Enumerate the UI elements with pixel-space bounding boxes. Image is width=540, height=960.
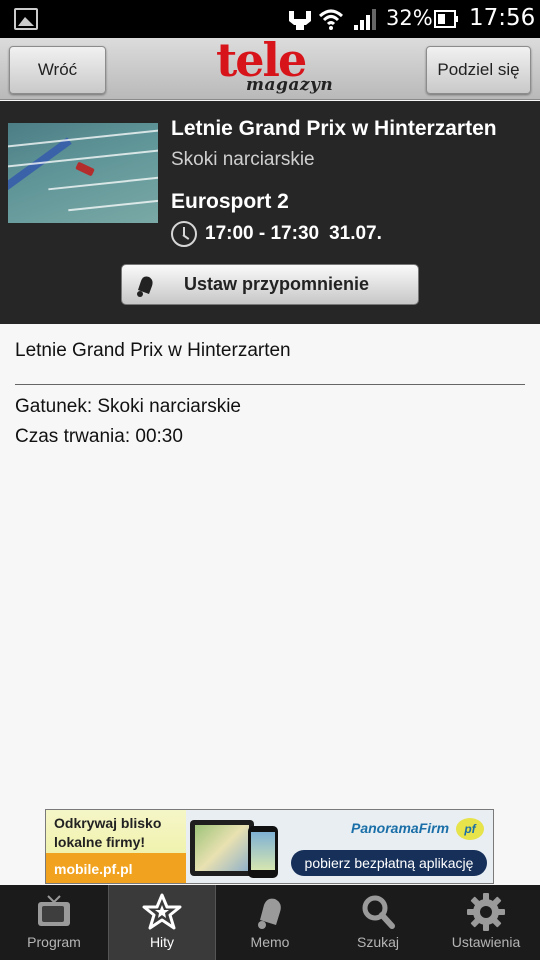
program-thumbnail xyxy=(8,123,158,223)
nav-label: Memo xyxy=(250,934,290,950)
signal-icon xyxy=(354,9,376,30)
clock-icon xyxy=(171,221,197,247)
ad-devices-image xyxy=(186,816,286,880)
program-genre: Skoki narciarskie xyxy=(171,149,315,170)
usb-icon xyxy=(289,11,311,30)
tv-icon xyxy=(38,895,70,926)
divider xyxy=(15,384,525,385)
battery-percent: 32% xyxy=(386,6,433,30)
gear-icon xyxy=(467,893,505,931)
ad-brand: PanoramaFirm xyxy=(351,820,450,836)
ad-headline: Odkrywaj blisko lokalne firmy! xyxy=(54,815,162,850)
wifi-icon xyxy=(318,9,344,30)
share-button[interactable]: Podziel się xyxy=(426,46,531,94)
nav-hity[interactable]: Hity xyxy=(108,885,216,960)
program-channel: Eurosport 2 xyxy=(171,190,289,213)
ad-brand-badge: pf xyxy=(456,818,484,840)
nav-label: Hity xyxy=(149,934,175,950)
program-time-range: 17:00 - 17:30 xyxy=(205,223,320,244)
nav-label: Program xyxy=(27,934,81,950)
clock-time: 17:56 xyxy=(469,5,536,31)
nav-ustawienia[interactable]: Ustawienia xyxy=(432,885,540,960)
nav-label: Ustawienia xyxy=(451,934,521,950)
program-date: 31.07. xyxy=(329,223,382,244)
battery-icon xyxy=(434,10,458,28)
set-reminder-label: Ustaw przypomnienie xyxy=(184,274,370,294)
detail-title: Letnie Grand Prix w Hinterzarten xyxy=(15,340,291,361)
logo-magazyn: magazyn xyxy=(246,75,334,95)
star-icon xyxy=(142,893,182,930)
nav-szukaj[interactable]: Szukaj xyxy=(324,885,432,960)
detail-genre: Gatunek: Skoki narciarskie xyxy=(15,396,241,417)
ad-banner[interactable]: Odkrywaj blisko lokalne firmy! mobile.pf… xyxy=(45,809,494,884)
gallery-icon xyxy=(14,8,38,30)
telemagazyn-logo: tele magazyn xyxy=(216,33,333,99)
program-title: Letnie Grand Prix w Hinterzarten xyxy=(171,117,497,140)
app-header: Wróć tele magazyn Podziel się xyxy=(0,33,540,100)
bottom-nav: Program Hity Memo Szukaj Ustawienia xyxy=(0,885,540,960)
back-button[interactable]: Wróć xyxy=(9,46,106,94)
bell-icon xyxy=(137,276,153,297)
set-reminder-button[interactable]: Ustaw przypomnienie xyxy=(121,264,419,305)
ad-url: mobile.pf.pl xyxy=(46,853,186,883)
nav-program[interactable]: Program xyxy=(0,885,108,960)
ad-cta: pobierz bezpłatną aplikację xyxy=(291,850,487,876)
bell-icon xyxy=(258,898,281,929)
detail-duration: Czas trwania: 00:30 xyxy=(15,426,183,447)
nav-label: Szukaj xyxy=(356,934,400,950)
nav-memo[interactable]: Memo xyxy=(216,885,324,960)
program-time-row: 17:00 - 17:30 31.07. xyxy=(171,221,382,247)
search-icon xyxy=(362,895,395,929)
